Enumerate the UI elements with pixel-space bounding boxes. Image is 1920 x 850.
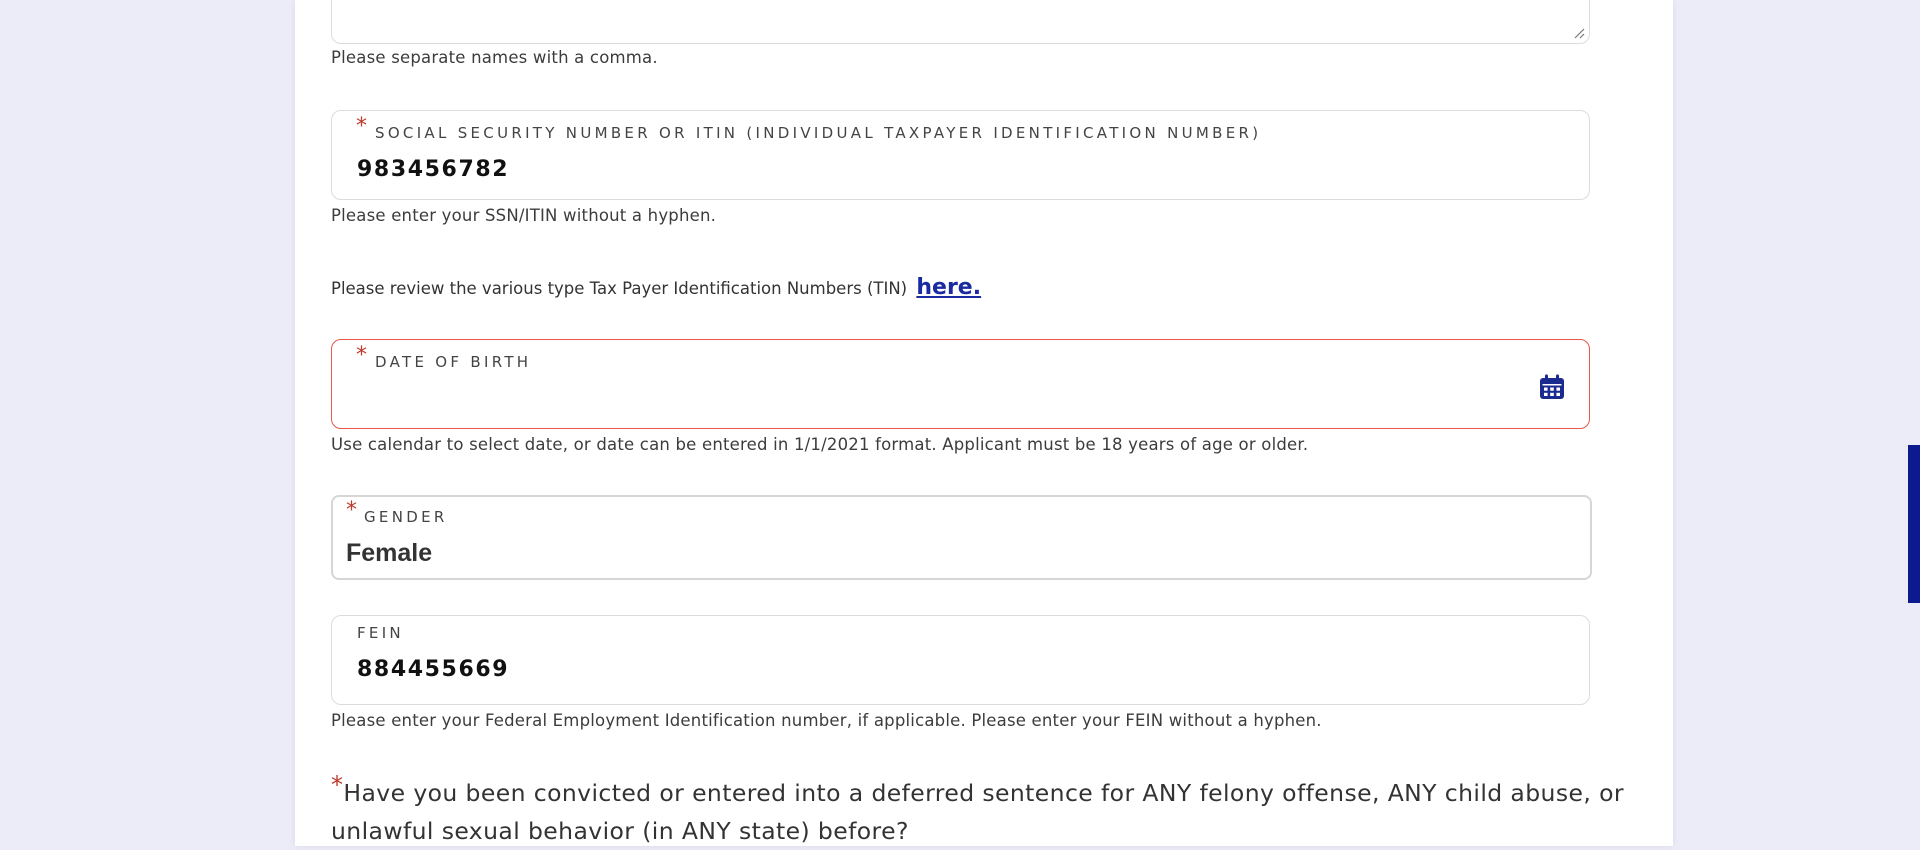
ssn-value[interactable]: 983456782 [357,157,509,182]
required-marker: * [346,498,357,523]
ssn-help-text: Please enter your SSN/ITIN without a hyp… [331,206,717,225]
fein-field[interactable] [331,615,1590,705]
scrollbar-thumb[interactable] [1908,445,1920,603]
fein-help-text: Please enter your Federal Employment Ide… [331,711,1322,730]
calendar-icon[interactable] [1538,373,1566,401]
tin-here-link[interactable]: here. [916,275,981,300]
names-textarea[interactable] [331,0,1590,44]
gender-select[interactable] [331,495,1592,580]
required-marker: * [331,771,344,799]
gender-value[interactable]: Female [346,539,432,568]
required-marker: * [356,114,367,139]
gender-label: GENDER [364,508,448,526]
resize-handle-icon[interactable] [1573,27,1585,39]
fein-label: FEIN [357,624,404,642]
names-help-text: Please separate names with a comma. [331,48,658,67]
fein-value[interactable]: 884455669 [357,657,509,682]
tin-review-text: Please review the various type Tax Payer… [331,275,981,300]
date-of-birth-help-text: Use calendar to select date, or date can… [331,435,1309,454]
felony-question: *Have you been convicted or entered into… [331,771,1651,850]
felony-question-text: Have you been convicted or entered into … [331,779,1624,845]
date-of-birth-label: DATE OF BIRTH [375,353,532,371]
ssn-label: SOCIAL SECURITY NUMBER OR ITIN (INDIVIDU… [375,124,1262,142]
tin-review-label: Please review the various type Tax Payer… [331,279,908,298]
required-marker: * [356,343,367,368]
